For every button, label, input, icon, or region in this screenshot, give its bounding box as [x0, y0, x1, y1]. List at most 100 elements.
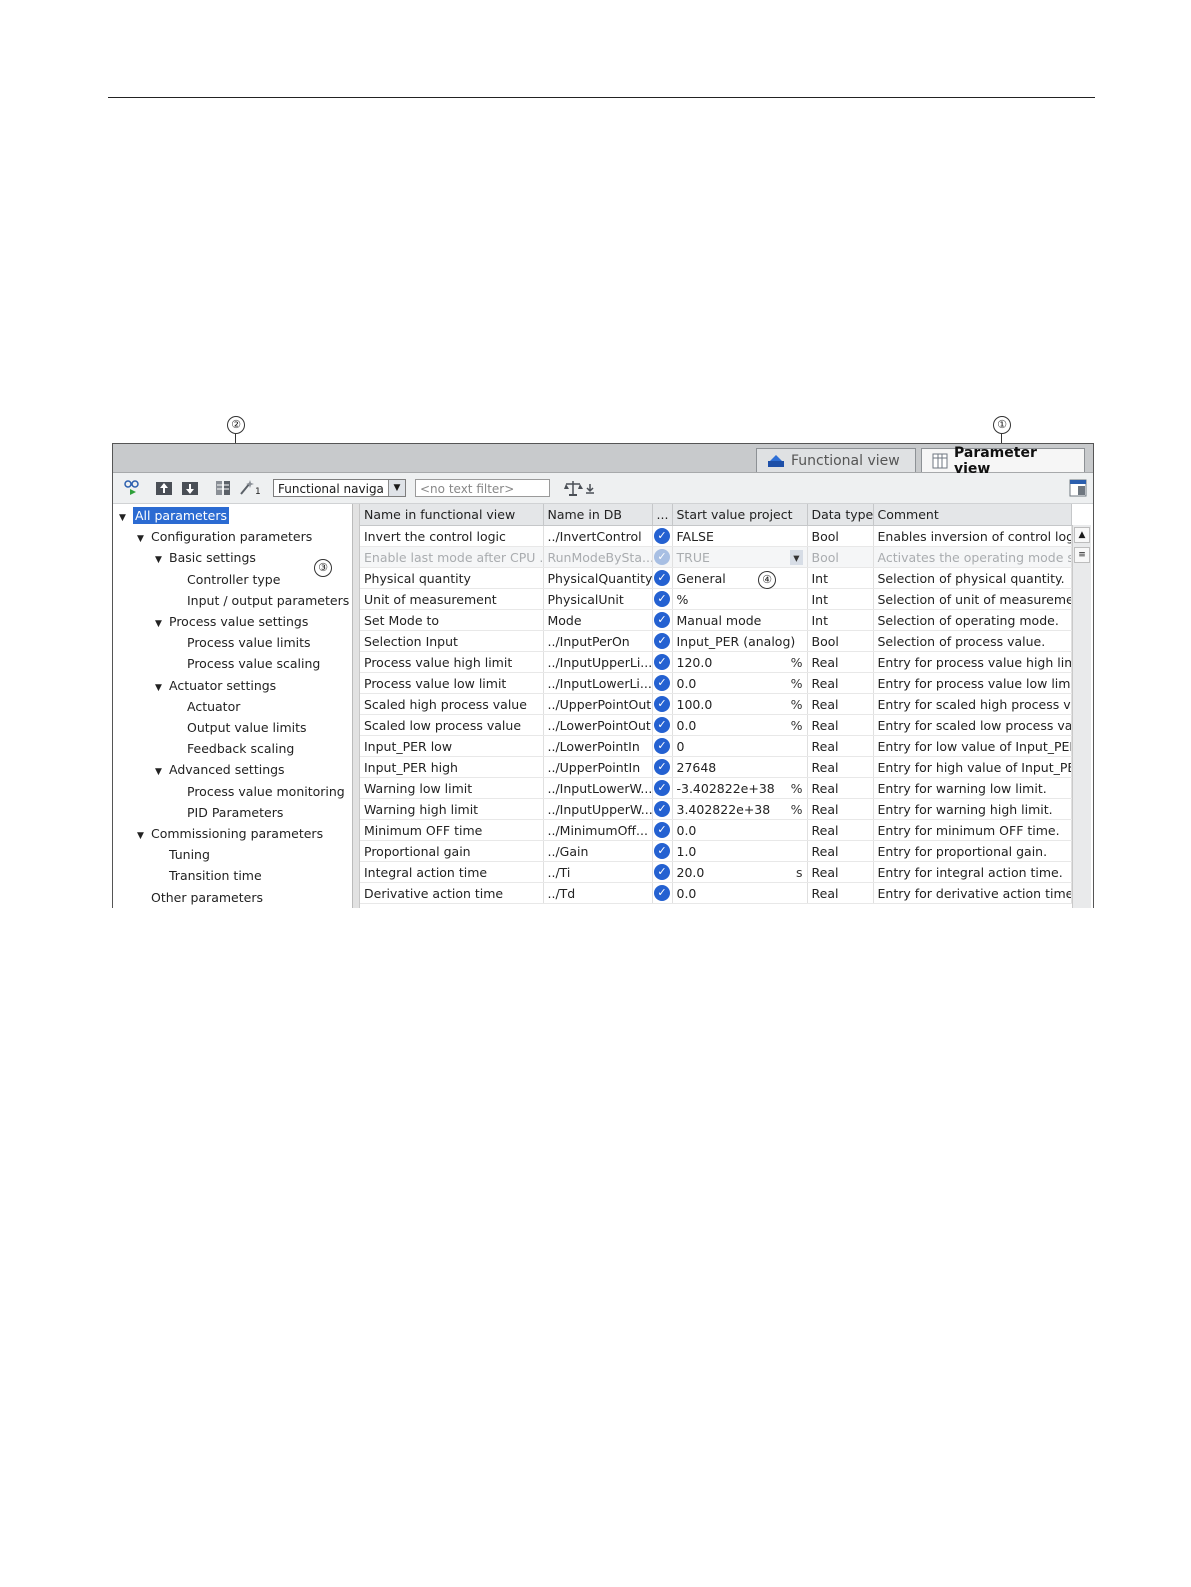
table-row[interactable]: Input_PER low ../LowerPointIn ✓ 0 Real Entry …	[360, 735, 1072, 757]
tree-item[interactable]: PID Parameters	[187, 802, 283, 823]
split-window-icon[interactable]	[1069, 479, 1087, 497]
cell-start-value[interactable]: Input_PER (analog)	[672, 630, 808, 652]
upload-snapshot-icon[interactable]	[155, 479, 173, 497]
cell-start-value[interactable]: 0	[672, 735, 808, 757]
compare-scale-icon[interactable]	[564, 479, 598, 497]
scroll-up-icon[interactable]: ▲	[1074, 527, 1090, 543]
check-icon: ✓	[654, 612, 670, 629]
cell-name-functional: Input_PER high	[360, 756, 544, 778]
chevron-down-icon[interactable]: ▼	[388, 480, 405, 496]
cell-data-type: Real	[807, 798, 874, 820]
table-row[interactable]: Enable last mode after CPU ... RunModeByS…	[360, 546, 1072, 568]
table-row[interactable]: Warning high limit ../InputUpperW... ✓ 3.40…	[360, 798, 1072, 820]
cell-start-value[interactable]: Manual mode	[672, 609, 808, 631]
monitor-all-icon[interactable]	[123, 479, 141, 497]
cell-start-value[interactable]: TRUE ▾	[672, 546, 808, 568]
tree-item[interactable]: ▼ Commissioning parameters	[137, 823, 323, 844]
scroll-thumb[interactable]: ≡	[1074, 547, 1090, 563]
tree-item[interactable]: Output value limits	[187, 717, 307, 738]
expand-arrow-icon[interactable]: ▼	[155, 614, 169, 635]
column-header-comment[interactable]: Comment	[873, 504, 1072, 526]
cell-comment: Entry for scaled low process val	[873, 714, 1072, 736]
tab-functional-view[interactable]: Functional view	[756, 448, 916, 472]
cell-start-value[interactable]: -3.402822e+38%	[672, 777, 808, 799]
download-values-icon[interactable]	[181, 479, 199, 497]
table-row[interactable]: Invert the control logic ../InvertControl…	[360, 525, 1072, 547]
parameter-view-icon	[932, 453, 948, 468]
tree-item-label: Tuning	[169, 847, 210, 863]
check-icon: ✓	[654, 780, 670, 797]
column-header-name-db[interactable]: Name in DB	[543, 504, 653, 526]
table-row[interactable]: Selection Input ../InputPerOn ✓ Input_PER (…	[360, 630, 1072, 652]
table-row[interactable]: Warning low limit ../InputLowerW... ✓ -3.40…	[360, 777, 1072, 799]
table-row[interactable]: Integral action time ../Ti ✓ 20.0 s Real Entry…	[360, 861, 1072, 883]
cell-start-value[interactable]: %	[672, 588, 808, 610]
cell-start-value[interactable]: 1.0	[672, 840, 808, 862]
wand-icon[interactable]	[238, 479, 256, 497]
splitter-handle[interactable]	[353, 504, 360, 908]
cell-start-value[interactable]: 20.0 s	[672, 861, 808, 883]
cell-name-functional: Warning high limit	[360, 798, 544, 820]
tree-item[interactable]: ▼ Actuator settings	[155, 675, 276, 696]
table-row[interactable]: Scaled high process value ../UpperPointOu…	[360, 693, 1072, 715]
tree-item[interactable]: ▼ Configuration parameters	[137, 526, 312, 547]
table-row[interactable]: Set Mode to Mode ✓ Manual mode Int Selection …	[360, 609, 1072, 631]
cell-start-value[interactable]: 0.0%	[672, 714, 808, 736]
text-filter-input[interactable]: <no text filter>	[415, 479, 550, 497]
expand-arrow-icon[interactable]: ▼	[137, 529, 151, 550]
cell-start-value[interactable]: 0.0%	[672, 672, 808, 694]
table-row[interactable]: Minimum OFF time ../MinimumOff... ✓ 0.0 Real…	[360, 819, 1072, 841]
tree-item[interactable]: Other parameters	[151, 887, 263, 908]
table-row[interactable]: Scaled low process value ../LowerPointOut…	[360, 714, 1072, 736]
table-row[interactable]: Process value low limit ../InputLowerLi..…	[360, 672, 1072, 694]
tree-item[interactable]: Process value scaling	[187, 653, 320, 674]
cell-start-value[interactable]: 27648	[672, 756, 808, 778]
column-header-data-type[interactable]: Data type	[807, 504, 874, 526]
table-row[interactable]: Input_PER high ../UpperPointIn ✓ 27648 Real E…	[360, 756, 1072, 778]
snapshot-compare-icon[interactable]	[214, 479, 232, 497]
cell-start-value[interactable]: 3.402822e+38%	[672, 798, 808, 820]
cell-name-functional: Process value low limit	[360, 672, 544, 694]
tree-item[interactable]: Input / output parameters	[187, 590, 349, 611]
expand-arrow-icon[interactable]: ▼	[155, 762, 169, 783]
expand-arrow-icon[interactable]: ▼	[137, 826, 151, 847]
tree-item[interactable]: ▼ Process value settings	[155, 611, 308, 632]
tree-item[interactable]: Controller type	[187, 569, 280, 590]
navigation-select[interactable]: Functional naviga ▼	[273, 479, 406, 497]
tree-item[interactable]: Process value limits	[187, 632, 311, 653]
cell-start-value[interactable]: 120.0%	[672, 651, 808, 673]
cell-start-value[interactable]: 0.0	[672, 882, 808, 904]
tree-item[interactable]: Transition time	[169, 865, 262, 886]
vertical-scrollbar[interactable]: ▲ ≡	[1072, 525, 1091, 908]
table-row[interactable]: Unit of measurement PhysicalUnit ✓% Int Sele…	[360, 588, 1072, 610]
cell-comment: Entry for high value of Input_PEF	[873, 756, 1072, 778]
tree-item[interactable]: ▼ Advanced settings	[155, 759, 285, 780]
cell-start-value[interactable]: 100.0%	[672, 693, 808, 715]
cell-start-value[interactable]: 0.0	[672, 819, 808, 841]
tree-item[interactable]: ▼ Basic settings	[155, 547, 256, 568]
column-header-dots[interactable]: ...	[652, 504, 673, 526]
cell-name-db: ../UpperPointIn	[543, 756, 653, 778]
tree-item[interactable]: Process value monitoring	[187, 781, 345, 802]
column-header-name-functional[interactable]: Name in functional view	[360, 504, 544, 526]
cell-status: ✓	[652, 798, 673, 820]
cell-name-db: ../InputUpperW...	[543, 798, 653, 820]
table-row[interactable]: Proportional gain ../Gain ✓ 1.0 Real Entry fo…	[360, 840, 1072, 862]
table-row[interactable]: Derivative action time ../Td ✓ 0.0 Real Entry…	[360, 882, 1072, 904]
tree-item[interactable]: Feedback scaling	[187, 738, 294, 759]
tree-item[interactable]: ▼ All parameters	[119, 505, 229, 526]
expand-arrow-icon[interactable]: ▼	[155, 550, 169, 571]
column-header-start-value[interactable]: Start value project	[672, 504, 808, 526]
tab-parameter-view[interactable]: Parameter view	[921, 445, 1085, 477]
start-value-text: TRUE	[676, 549, 710, 565]
cell-start-value[interactable]: General	[672, 567, 808, 589]
tree-item[interactable]: Tuning	[169, 844, 210, 865]
table-row[interactable]: Process value high limit ../InputUpperLi.…	[360, 651, 1072, 673]
cell-start-value[interactable]: FALSE	[672, 525, 808, 547]
chevron-down-icon[interactable]: ▾	[790, 549, 803, 565]
table-row[interactable]: Physical quantity PhysicalQuantity ✓ Genera…	[360, 567, 1072, 589]
tree-item[interactable]: Actuator	[187, 696, 240, 717]
tree-item-label: Configuration parameters	[151, 529, 313, 545]
expand-arrow-icon[interactable]: ▼	[119, 508, 133, 529]
expand-arrow-icon[interactable]: ▼	[155, 678, 169, 699]
